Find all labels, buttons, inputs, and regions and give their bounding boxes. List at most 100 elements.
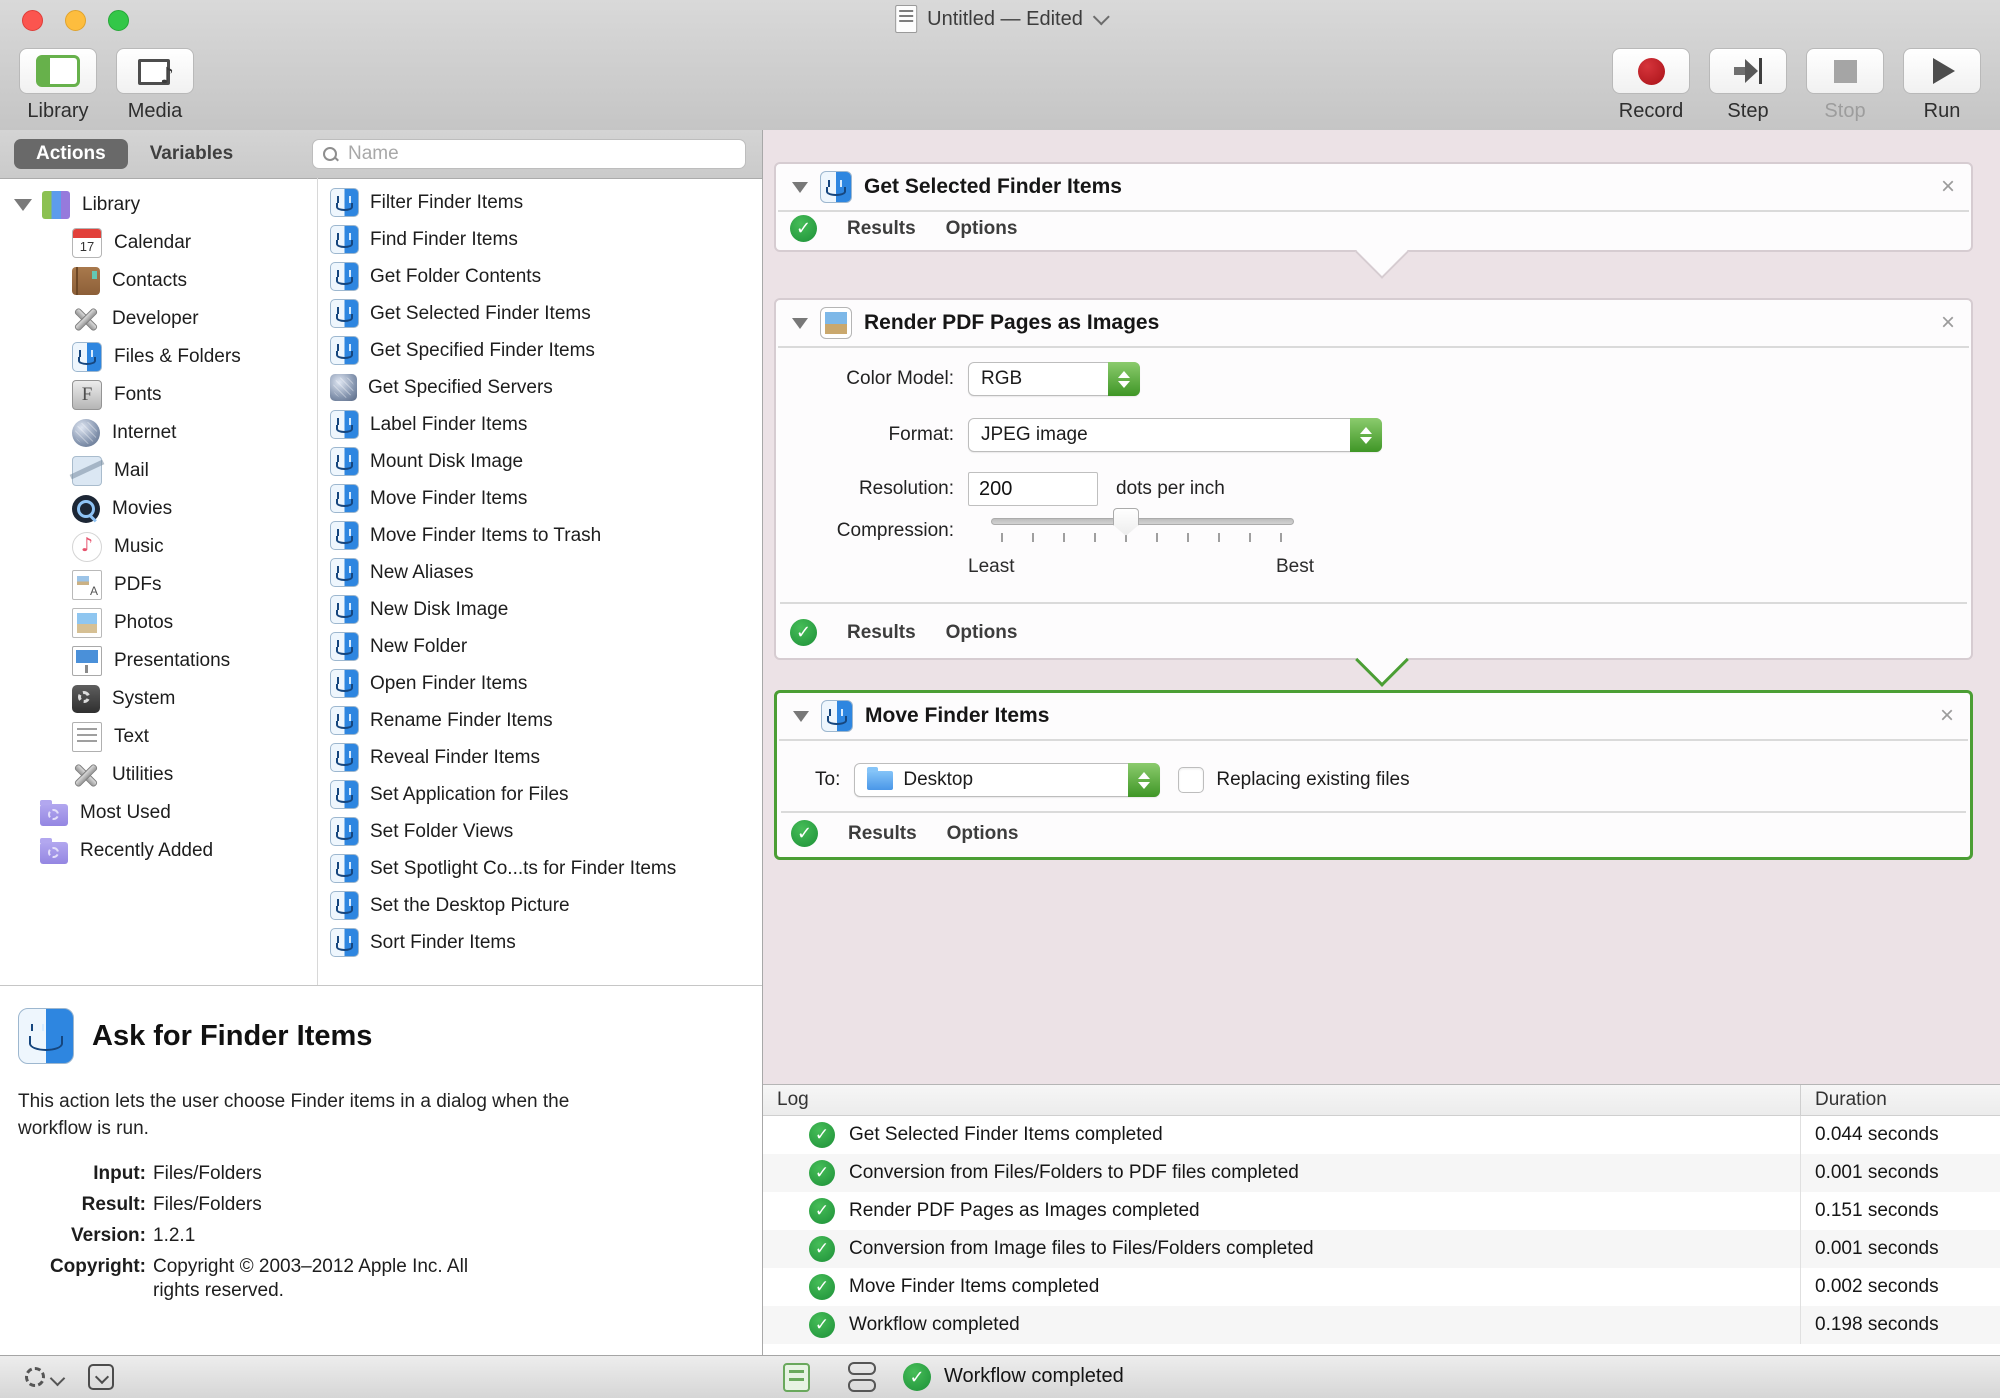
media-popup-icon[interactable] [88, 1364, 114, 1390]
tab[interactable]: Variables [128, 139, 255, 169]
action-list-item[interactable]: Set Folder Views [318, 813, 762, 850]
show-variables-icon[interactable] [848, 1362, 876, 1392]
destination-select[interactable]: Desktop [854, 763, 1161, 797]
sidebar-item[interactable]: Fonts [0, 376, 317, 414]
action-list-item[interactable]: Get Specified Finder Items [318, 332, 762, 369]
slider-track[interactable] [991, 508, 1294, 536]
results-link[interactable]: Results [847, 622, 916, 644]
log-row[interactable]: ✓ Get Selected Finder Items completed 0.… [763, 1116, 2000, 1154]
close-icon[interactable]: × [1941, 311, 1955, 335]
record-button[interactable]: Record [1611, 48, 1691, 123]
log-column-header[interactable]: Log [763, 1089, 1800, 1111]
sidebar-item[interactable]: Library [0, 186, 317, 224]
sidebar-item[interactable]: Mail [0, 452, 317, 490]
action-list-item[interactable]: Move Finder Items [318, 480, 762, 517]
color-model-select[interactable]: RGB [968, 362, 1140, 396]
search-icon [323, 146, 338, 162]
workflow-canvas[interactable]: Get Selected Finder Items × ✓ Results Op… [763, 130, 2000, 1085]
step-button[interactable]: Step [1708, 48, 1788, 123]
sidebar-item[interactable]: Movies [0, 490, 317, 528]
zoom-window-button[interactable] [108, 10, 129, 31]
log-row[interactable]: ✓ Workflow completed 0.198 seconds [763, 1306, 2000, 1344]
sidebar-item[interactable]: Internet [0, 414, 317, 452]
search-field[interactable] [312, 139, 746, 169]
action-list-item[interactable]: Rename Finder Items [318, 702, 762, 739]
options-link[interactable]: Options [946, 622, 1018, 644]
action-list-item[interactable]: Find Finder Items [318, 221, 762, 258]
sidebar-item-label: Files & Folders [114, 346, 241, 367]
sidebar-item[interactable]: Music [0, 528, 317, 566]
sidebar-item[interactable]: Calendar [0, 224, 317, 262]
gear-icon[interactable] [25, 1367, 45, 1387]
action-list-item[interactable]: Filter Finder Items [318, 184, 762, 221]
compression-row: Compression: Least Best [776, 508, 1971, 578]
log-row[interactable]: ✓ Move Finder Items completed 0.002 seco… [763, 1268, 2000, 1306]
compression-slider[interactable]: Least Best [968, 508, 1314, 578]
action-list-item[interactable]: Label Finder Items [318, 406, 762, 443]
workflow-card-move-finder-items[interactable]: Move Finder Items × To: Desktop Replacin… [774, 690, 1973, 860]
action-list-item[interactable]: Set the Desktop Picture [318, 887, 762, 924]
render-pdf-icon [820, 307, 852, 339]
replacing-existing-files-checkbox[interactable] [1178, 767, 1205, 793]
action-list-item[interactable]: Set Application for Files [318, 776, 762, 813]
sidebar-item[interactable]: Developer [0, 300, 317, 338]
disclosure-triangle-icon[interactable] [792, 317, 808, 329]
sidebar-item[interactable]: Presentations [0, 642, 317, 680]
close-window-button[interactable] [22, 10, 43, 31]
action-list-item[interactable]: Get Selected Finder Items [318, 295, 762, 332]
close-icon[interactable]: × [1941, 175, 1955, 199]
options-link[interactable]: Options [946, 218, 1018, 240]
title-chevron-down-icon[interactable] [1092, 8, 1110, 26]
disclosure-triangle-icon[interactable] [14, 199, 32, 211]
minimize-window-button[interactable] [65, 10, 86, 31]
action-list-item[interactable]: New Disk Image [318, 591, 762, 628]
sidebar-item[interactable]: Most Used [0, 794, 317, 832]
action-list-item[interactable]: Get Folder Contents [318, 258, 762, 295]
window-title-group[interactable]: Untitled — Edited [895, 5, 1110, 33]
action-list-item[interactable]: New Aliases [318, 554, 762, 591]
action-list-item[interactable]: Open Finder Items [318, 665, 762, 702]
run-button[interactable]: Run [1902, 48, 1982, 123]
disclosure-triangle-icon[interactable] [793, 710, 809, 722]
results-link[interactable]: Results [847, 218, 916, 240]
action-list-item[interactable]: Mount Disk Image [318, 443, 762, 480]
library-toolbar-button[interactable]: Library [18, 48, 98, 123]
card-header[interactable]: Move Finder Items × [777, 693, 1970, 739]
status-check-icon: ✓ [809, 1160, 835, 1186]
status-check-icon: ✓ [790, 215, 817, 242]
card-header[interactable]: Get Selected Finder Items × [776, 164, 1971, 210]
log-row[interactable]: ✓ Conversion from Image files to Files/F… [763, 1230, 2000, 1268]
action-list-item[interactable]: New Folder [318, 628, 762, 665]
duration-column-header[interactable]: Duration [1800, 1085, 2000, 1115]
action-list-item[interactable]: Reveal Finder Items [318, 739, 762, 776]
sidebar-item[interactable]: Contacts [0, 262, 317, 300]
sidebar-item[interactable]: Text [0, 718, 317, 756]
sidebar-item[interactable]: Utilities [0, 756, 317, 794]
action-list-item[interactable]: Get Specified Servers [318, 369, 762, 406]
sidebar-item[interactable]: PDFs [0, 566, 317, 604]
sidebar-item[interactable]: Recently Added [0, 832, 317, 870]
disclosure-triangle-icon[interactable] [792, 181, 808, 193]
slider-thumb[interactable] [1112, 508, 1139, 536]
results-link[interactable]: Results [848, 823, 917, 845]
media-toolbar-button[interactable]: Media [115, 48, 195, 123]
show-log-icon[interactable] [783, 1363, 810, 1392]
action-list-item[interactable]: Sort Finder Items [318, 924, 762, 961]
log-row[interactable]: ✓ Render PDF Pages as Images completed 0… [763, 1192, 2000, 1230]
status-check-icon: ✓ [809, 1198, 835, 1224]
log-row[interactable]: ✓ Conversion from Files/Folders to PDF f… [763, 1154, 2000, 1192]
action-list-item[interactable]: Set Spotlight Co...ts for Finder Items [318, 850, 762, 887]
close-icon[interactable]: × [1940, 704, 1954, 728]
sidebar-item[interactable]: Files & Folders [0, 338, 317, 376]
card-header[interactable]: Render PDF Pages as Images × [776, 300, 1971, 346]
action-list-item[interactable]: Move Finder Items to Trash [318, 517, 762, 554]
search-input[interactable] [346, 142, 735, 166]
sidebar-item[interactable]: System [0, 680, 317, 718]
workflow-card-render-pdf-pages-as-images[interactable]: Render PDF Pages as Images × Color Model… [774, 298, 1973, 660]
sidebar-item[interactable]: Photos [0, 604, 317, 642]
format-select[interactable]: JPEG image [968, 418, 1382, 452]
gear-chevron-down-icon[interactable] [49, 1370, 66, 1387]
tab[interactable]: Actions [14, 139, 128, 169]
resolution-input[interactable] [968, 472, 1098, 506]
options-link[interactable]: Options [947, 823, 1019, 845]
